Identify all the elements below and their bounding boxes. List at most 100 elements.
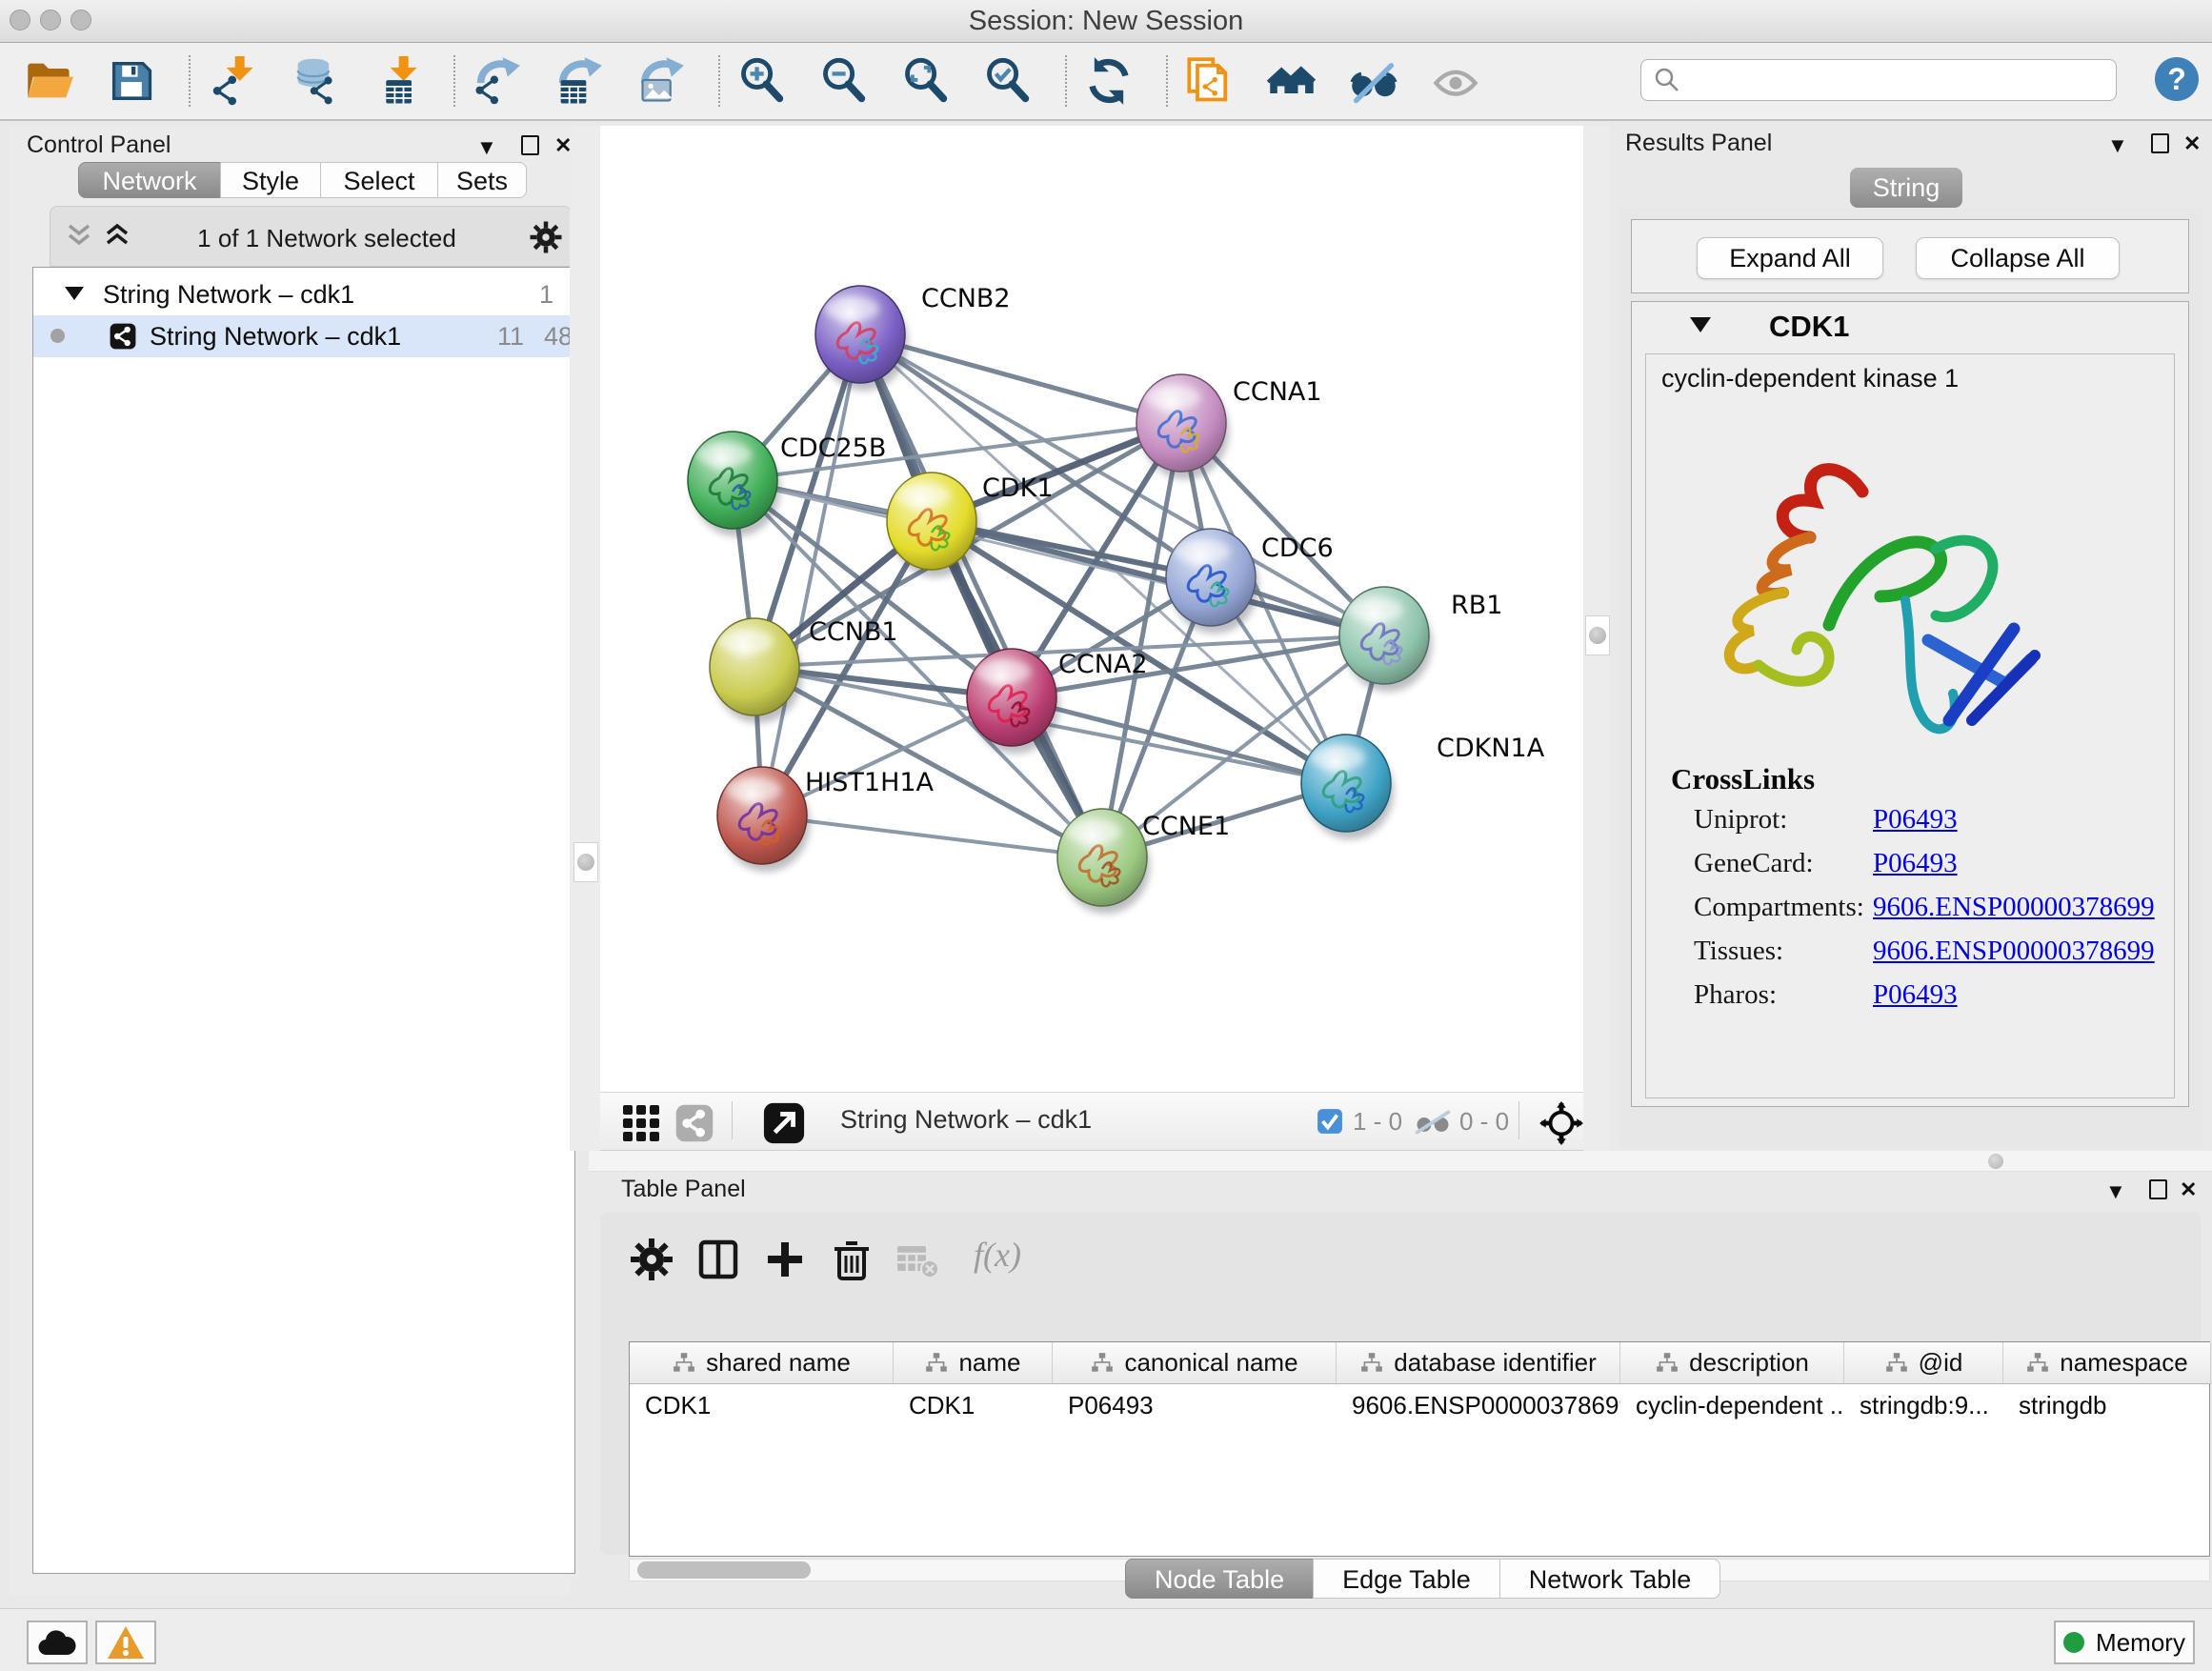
network-node-ccne1[interactable] [1057,809,1150,914]
memory-button[interactable]: Memory [2054,1621,2195,1664]
column-header-shared-name[interactable]: shared name [630,1342,894,1384]
crosslink-link-compartments[interactable]: 9606.ENSP00000378699 [1873,892,2155,923]
horizontal-splitter-grip[interactable] [1988,1154,2003,1169]
horizontal-splitter[interactable] [589,1151,2212,1172]
import-table-file-button[interactable] [370,54,423,108]
tab-edge-table[interactable]: Edge Table [1313,1559,1500,1599]
crosslink-link-tissues[interactable]: 9606.ENSP00000378699 [1873,936,2155,967]
network-node-cdkn1a[interactable] [1301,735,1394,839]
network-edge[interactable] [762,334,860,815]
network-node-ccna1[interactable] [1136,374,1229,479]
network-node-ccnb1[interactable] [710,618,802,723]
zoom-fit-button[interactable] [899,54,953,108]
open-file-button[interactable] [23,54,76,108]
export-image-button[interactable] [634,54,688,108]
zoom-selected-button[interactable] [981,54,1035,108]
search-input[interactable] [1689,61,2116,99]
expand-all-button[interactable]: Expand All [1697,237,1883,279]
import-network-database-button[interactable] [288,54,341,108]
network-view-mode-icon[interactable] [674,1103,714,1143]
right-splitter-grip[interactable] [1585,615,1610,655]
collection-expander-icon[interactable] [64,285,85,302]
network-options-gear-icon[interactable] [529,220,563,254]
panel-float-icon[interactable] [2151,133,2169,153]
panel-float-icon[interactable] [2149,1179,2167,1199]
show-eye-button[interactable] [1429,54,1482,108]
column-header-namespace[interactable]: namespace [2003,1342,2211,1384]
network-collection-row[interactable]: String Network – cdk1 1 [33,273,574,315]
table-cell[interactable]: 9606.ENSP00000378699 [1337,1384,1620,1426]
add-column-icon[interactable] [762,1237,808,1282]
open-in-new-icon[interactable] [762,1101,806,1145]
network-node-cdc25b[interactable] [688,432,780,536]
left-splitter[interactable] [570,126,600,1151]
table-cell[interactable]: stringdb:9... [1844,1384,2003,1426]
apply-layout-button[interactable] [1082,54,1136,108]
network-canvas[interactable]: CCNB2CCNA1CDC25BCDK1CDC6RB1CCNB1CCNA2CDK… [600,126,1583,1092]
panel-close-icon[interactable]: ✕ [2183,133,2201,154]
table-cell[interactable]: CDK1 [894,1384,1053,1426]
import-network-file-button[interactable] [206,54,259,108]
network-graph[interactable]: CCNB2CCNA1CDC25BCDK1CDC6RB1CCNB1CCNA2CDK… [600,126,1583,1092]
network-node-ccnb2[interactable] [815,286,908,391]
panel-float-icon[interactable] [521,135,539,155]
left-splitter-grip[interactable] [573,842,598,882]
table-options-gear-icon[interactable] [629,1237,674,1282]
column-header-database-identifier[interactable]: database identifier [1337,1342,1620,1384]
delete-column-icon[interactable] [829,1237,875,1282]
crosslink-link-pharos[interactable]: P06493 [1873,979,1958,1011]
tab-sets[interactable]: Sets [437,162,527,198]
hide-glasses-button[interactable] [1347,54,1400,108]
expand-all-icon[interactable] [104,222,131,251]
table-cell[interactable]: P06493 [1053,1384,1337,1426]
network-row-selected[interactable]: String Network – cdk1 11 48 [33,315,574,357]
network-node-ccna2[interactable] [967,649,1059,754]
export-table-button[interactable] [553,54,606,108]
panel-menu-icon[interactable]: ▼ [2107,135,2128,156]
right-splitter[interactable] [1583,126,1610,1151]
tab-string[interactable]: String [1850,168,1962,208]
warning-button[interactable] [95,1621,156,1664]
string-home-button[interactable] [1265,54,1318,108]
show-columns-icon[interactable] [695,1237,741,1282]
table-cell[interactable]: stringdb [2003,1384,2211,1426]
collapse-all-icon[interactable] [66,222,92,251]
search-field[interactable] [1640,59,2117,101]
hidden-elements-icon[interactable] [1414,1109,1452,1136]
tab-network-table[interactable]: Network Table [1499,1559,1721,1599]
tab-select[interactable]: Select [320,162,438,198]
network-node-hist1h1a[interactable] [717,767,810,872]
share-document-button[interactable] [1183,54,1237,108]
tab-network[interactable]: Network [78,162,221,198]
crosslink-link-uniprot[interactable]: P06493 [1873,804,1958,836]
network-node-cdc6[interactable] [1166,529,1258,634]
panel-menu-icon[interactable]: ▼ [2105,1181,2126,1202]
network-node-cdk1[interactable] [887,473,979,577]
grid-view-icon[interactable] [621,1103,661,1143]
cloud-button[interactable] [27,1621,88,1664]
entry-expander-icon[interactable] [1689,315,1712,334]
panel-menu-icon[interactable]: ▼ [476,137,497,158]
fit-selected-crosshair-icon[interactable] [1539,1101,1583,1145]
zoom-in-button[interactable] [735,54,789,108]
network-node-rb1[interactable] [1339,587,1432,692]
table-cell[interactable]: cyclin-dependent ... [1620,1384,1844,1426]
tab-style[interactable]: Style [220,162,321,198]
table-cell[interactable]: CDK1 [630,1384,894,1426]
crosslink-link-genecard[interactable]: P06493 [1873,848,1958,879]
panel-close-icon[interactable]: ✕ [2180,1179,2197,1200]
column-header-canonical-name[interactable]: canonical name [1053,1342,1337,1384]
selected-checkbox-icon[interactable] [1317,1108,1343,1135]
scrollbar-thumb[interactable] [637,1561,811,1579]
save-session-button[interactable] [105,54,158,108]
column-header--id[interactable]: @id [1844,1342,2003,1384]
network-edge[interactable] [762,815,1102,857]
gene-entry-header[interactable]: CDK1 [1632,308,2188,350]
export-network-button[interactable] [471,54,524,108]
column-header-description[interactable]: description [1620,1342,1844,1384]
help-button[interactable]: ? [2155,57,2199,101]
column-header-name[interactable]: name [894,1342,1053,1384]
tab-node-table[interactable]: Node Table [1125,1559,1314,1599]
delete-table-icon[interactable] [894,1237,939,1282]
zoom-out-button[interactable] [817,54,871,108]
